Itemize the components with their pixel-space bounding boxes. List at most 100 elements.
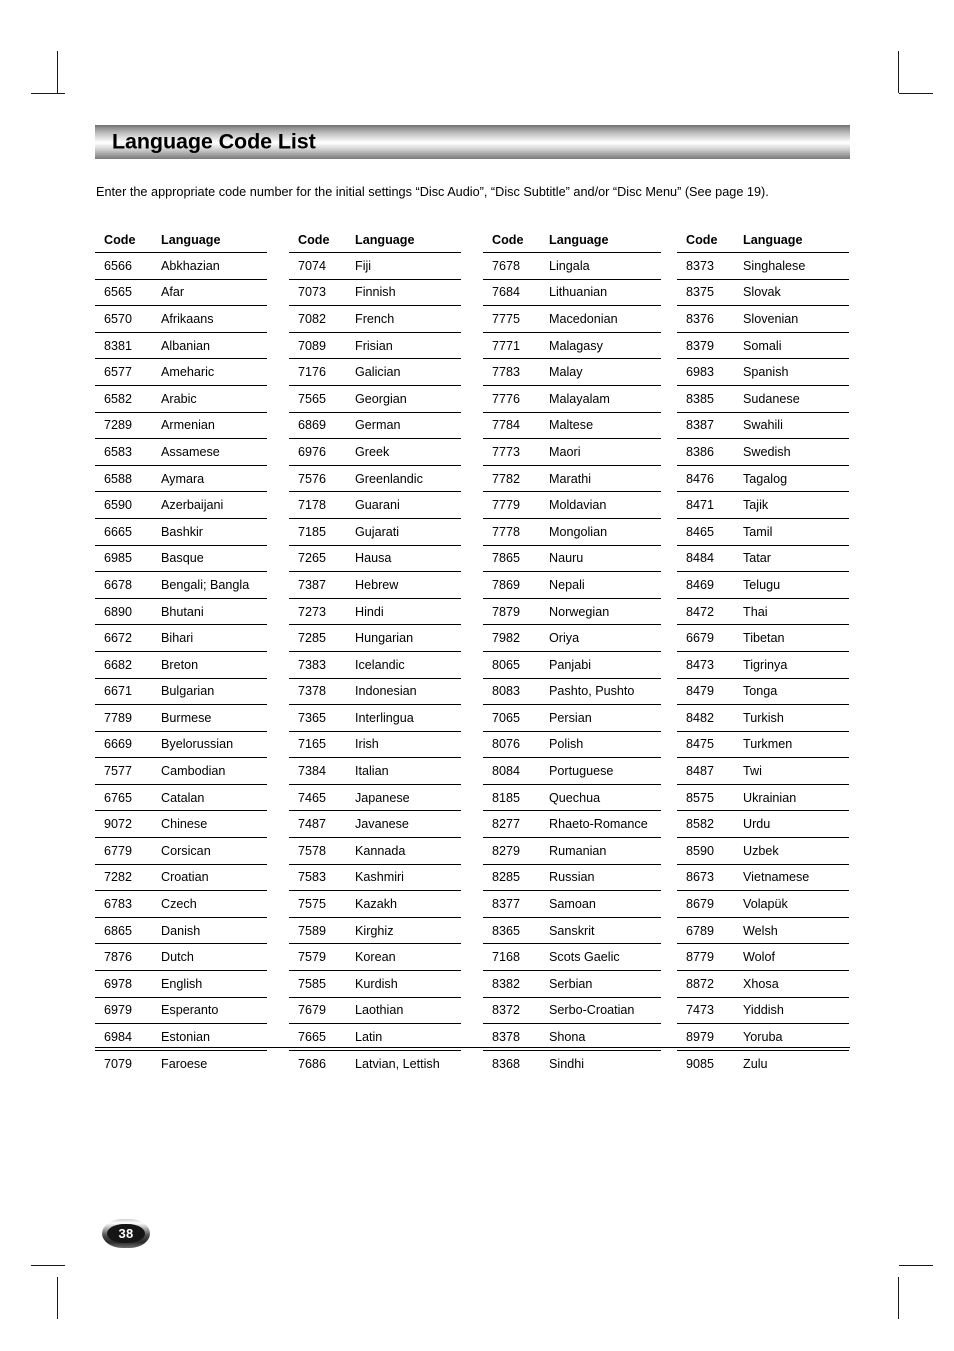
- language-code-cell: 8385: [677, 385, 738, 413]
- table-row: 6979 Esperanto: [95, 997, 267, 1025]
- intro-paragraph: Enter the appropriate code number for th…: [96, 184, 769, 199]
- table-row: 7082 French: [289, 305, 461, 333]
- language-code-cell: 7365: [289, 704, 350, 732]
- language-name-cell: Welsh: [738, 917, 849, 945]
- language-name-cell: Indonesian: [350, 678, 461, 706]
- language-name-cell: Nauru: [544, 545, 661, 573]
- table-row: 6665 Bashkir: [95, 518, 267, 546]
- language-code-cell: 8471: [677, 491, 738, 519]
- table-row: 8277 Rhaeto-Romance: [483, 810, 661, 839]
- language-code-cell: 7065: [483, 704, 544, 732]
- table-header-row: Code Language: [95, 228, 267, 253]
- table-row: 9072 Chinese: [95, 810, 267, 839]
- language-code-cell: 7585: [289, 970, 350, 998]
- table-row: 6679 Tibetan: [677, 624, 849, 652]
- language-code-cell: 6783: [95, 890, 156, 918]
- table-row: 6570 Afrikaans: [95, 305, 267, 333]
- table-row: 8779 Wolof: [677, 943, 849, 972]
- language-name-cell: Ameharic: [156, 358, 267, 386]
- language-code-cell: 8382: [483, 970, 544, 998]
- language-code-cell: 6983: [677, 358, 738, 386]
- language-name-cell: Catalan: [156, 784, 267, 812]
- table-column-1: Code Language 6566 Abkhazian 6565 Afar 6570 Afr…: [95, 228, 267, 1076]
- table-row: 7487 Javanese: [289, 810, 461, 839]
- language-name-cell: Thai: [738, 598, 849, 626]
- language-code-cell: 6789: [677, 917, 738, 945]
- language-name-cell: Ukrainian: [738, 784, 849, 812]
- language-code-cell: 8377: [483, 890, 544, 918]
- language-name-cell: Bulgarian: [156, 678, 267, 706]
- table-row: 8487 Twi: [677, 757, 849, 785]
- language-code-table: Code Language 6566 Abkhazian 6565 Afar 6570 Afr…: [95, 228, 850, 1076]
- table-row: 7383 Icelandic: [289, 651, 461, 679]
- language-name-cell: Faroese: [161, 1056, 208, 1071]
- language-name-cell: Hebrew: [350, 571, 461, 599]
- language-code-cell: 7465: [289, 784, 350, 812]
- language-code-column-2: Code Language 7074 Fiji 7073 Finnish 7082 Frenc…: [289, 228, 483, 1076]
- table-row: 6671 Bulgarian: [95, 678, 267, 706]
- language-code-cell: 7579: [289, 943, 350, 972]
- table-column-4: Code Language 8373 Singhalese 8375 Slovak 8376…: [677, 228, 849, 1076]
- language-name-cell: Dutch: [156, 943, 267, 972]
- language-name-cell: Uzbek: [738, 837, 849, 865]
- language-code-cell: 7473: [677, 997, 738, 1025]
- language-name-cell: Yiddish: [738, 997, 849, 1025]
- language-code-cell: 7589: [289, 917, 350, 945]
- table-row: 6983 Spanish: [677, 358, 849, 386]
- table-row: 6976 Greek: [289, 438, 461, 466]
- table-row: 8469 Telugu: [677, 571, 849, 599]
- language-code-cell: 8372: [483, 997, 544, 1025]
- language-code-cell: 8484: [677, 545, 738, 573]
- table-column-2: Code Language 7074 Fiji 7073 Finnish 7082 Frenc…: [289, 228, 461, 1076]
- language-code-cell: 7487: [289, 810, 350, 839]
- language-code-cell: 8582: [677, 810, 738, 839]
- table-row: 7679 Laothian: [289, 997, 461, 1025]
- table-row: 7684 Lithuanian: [483, 279, 661, 307]
- table-row: 8382 Serbian: [483, 970, 661, 998]
- language-code-cell: 7776: [483, 385, 544, 413]
- language-name-cell: Tonga: [738, 678, 849, 706]
- language-name-cell: Chinese: [156, 810, 267, 839]
- language-name-cell: Rumanian: [544, 837, 661, 865]
- language-name-cell: Moldavian: [544, 491, 661, 519]
- language-name-cell: Turkish: [738, 704, 849, 732]
- page-number: 38: [118, 1226, 134, 1241]
- language-code-cell: 8084: [483, 757, 544, 785]
- language-code-cell: 6978: [95, 970, 156, 998]
- language-name-cell: Sanskrit: [544, 917, 661, 945]
- table-row: 7178 Guarani: [289, 491, 461, 519]
- table-header-row: Code Language: [289, 228, 461, 253]
- table-row: 6669 Byelorussian: [95, 731, 267, 759]
- language-code-cell: 7576: [289, 465, 350, 493]
- language-code-cell: 7876: [95, 943, 156, 972]
- table-row: 7473 Yiddish: [677, 997, 849, 1025]
- language-name-cell: Quechua: [544, 784, 661, 812]
- language-name-cell: Slovak: [738, 279, 849, 307]
- language-code-cell: 8872: [677, 970, 738, 998]
- table-row: 7073 Finnish: [289, 279, 461, 307]
- language-name-cell: Bihari: [156, 624, 267, 652]
- language-code-cell: 6890: [95, 598, 156, 626]
- table-row: 8465 Tamil: [677, 518, 849, 546]
- language-code-cell: 8487: [677, 757, 738, 785]
- language-code-cell: 7282: [95, 864, 156, 892]
- table-row: 8368 Sindhi: [483, 1050, 661, 1076]
- table-row: 8679 Volapük: [677, 890, 849, 918]
- language-code-cell: 7982: [483, 624, 544, 652]
- language-code-cell: 6976: [289, 438, 350, 466]
- language-name-cell: Burmese: [156, 704, 267, 732]
- language-code-cell: 6570: [95, 305, 156, 333]
- column-header-code: Code: [289, 228, 350, 253]
- language-code-cell: 6669: [95, 731, 156, 759]
- table-row: 7384 Italian: [289, 757, 461, 785]
- page-number-badge: 38: [102, 1219, 150, 1248]
- language-code-cell: 7865: [483, 545, 544, 573]
- language-name-cell: Serbo-Croatian: [544, 997, 661, 1025]
- table-row: 7879 Norwegian: [483, 598, 661, 626]
- language-name-cell: Norwegian: [544, 598, 661, 626]
- table-row: 7982 Oriya: [483, 624, 661, 652]
- table-row: 7089 Frisian: [289, 332, 461, 360]
- language-name-cell: Kashmiri: [350, 864, 461, 892]
- language-name-cell: Portuguese: [544, 757, 661, 785]
- language-name-cell: Esperanto: [156, 997, 267, 1025]
